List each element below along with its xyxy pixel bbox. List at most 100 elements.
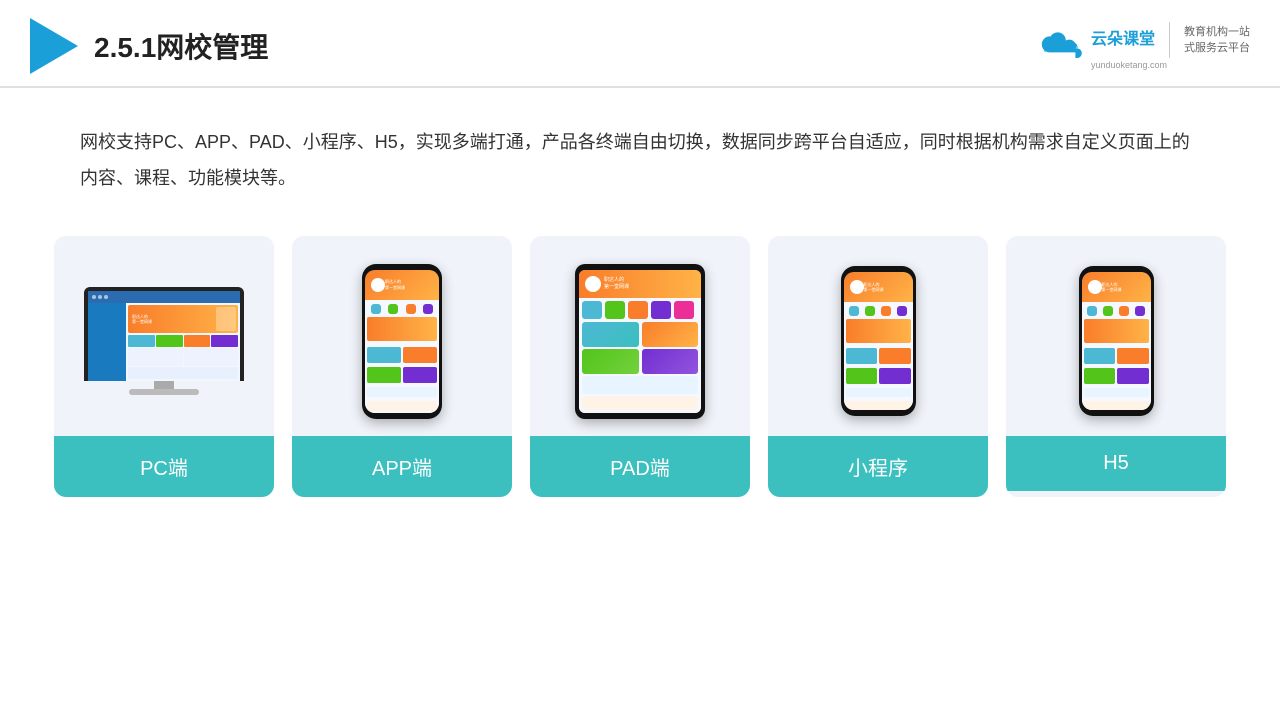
header: 2.5.1网校管理 云朵课堂 教育机构一站 式服务云平台 yunduoketan…	[0, 0, 1280, 88]
pad-top-text: 职达人的第一堂网课	[604, 277, 629, 290]
pad-icon-1	[582, 301, 602, 319]
brand-group: 云朵课堂 教育机构一站 式服务云平台 yunduoketang.com	[1091, 22, 1250, 70]
mp-row-2	[846, 368, 911, 384]
header-right: 云朵课堂 教育机构一站 式服务云平台 yunduoketang.com	[1037, 22, 1250, 70]
pad-courses	[582, 322, 698, 410]
pad-icon-2	[605, 301, 625, 319]
pad-course-1	[582, 322, 639, 347]
miniprogram-nav	[846, 304, 911, 318]
app-avatar	[371, 278, 385, 292]
app-nav-3	[406, 304, 416, 314]
logo-triangle-icon	[30, 18, 78, 74]
card-h5-image: 职达人的第一堂网课	[1006, 236, 1226, 436]
h5-top-bar: 职达人的第一堂网课	[1082, 272, 1151, 302]
card-miniprogram-image: 职达人的第一堂网课	[768, 236, 988, 436]
brand-url: yunduoketang.com	[1091, 60, 1167, 70]
app-nav-4	[423, 304, 433, 314]
mp-tile-2	[879, 348, 911, 364]
brand-name-cn: 云朵课堂	[1091, 30, 1155, 49]
h5-tile-1	[1084, 348, 1116, 364]
pad-course-4	[642, 349, 699, 374]
pad-strip-2	[582, 396, 698, 410]
pad-icons-row	[582, 301, 698, 319]
card-h5-label: H5	[1006, 436, 1226, 491]
pad-course-3	[582, 349, 639, 374]
mp-strip	[846, 388, 911, 397]
card-h5: 职达人的第一堂网课	[1006, 236, 1226, 497]
pc-main: 职达人的第一堂网课	[126, 303, 240, 381]
mp-tile-1	[846, 348, 878, 364]
page-title: 2.5.1网校管理	[94, 26, 268, 66]
app-nav-2	[388, 304, 398, 314]
h5-row-2	[1084, 368, 1149, 384]
mp-banner	[846, 319, 911, 343]
pad-icon-5	[674, 301, 694, 319]
miniprogram-phone-mockup: 职达人的第一堂网课	[841, 266, 916, 416]
miniprogram-top-text: 职达人的第一堂网课	[864, 282, 884, 292]
app-phone-screen: 职达人的第一堂网课	[365, 270, 439, 413]
header-left: 2.5.1网校管理	[30, 18, 268, 74]
card-app: 职达人的第一堂网课	[292, 236, 512, 497]
h5-notch	[1106, 266, 1126, 271]
brand-tagline: 教育机构一站 式服务云平台	[1184, 24, 1250, 57]
mp-nav-2	[865, 306, 875, 316]
pad-course-row-2	[582, 349, 698, 374]
pad-tablet-mockup: 职达人的第一堂网课	[575, 264, 705, 419]
app-tile-1	[367, 347, 401, 363]
pc-device-mockup: 职达人的第一堂网课	[84, 287, 244, 395]
h5-nav-4	[1135, 306, 1145, 316]
app-strip	[367, 387, 437, 397]
card-miniprogram: 职达人的第一堂网课	[768, 236, 988, 497]
card-app-image: 职达人的第一堂网课	[292, 236, 512, 436]
pc-dot-1	[92, 295, 96, 299]
pad-tablet-body: 职达人的第一堂网课	[575, 264, 705, 419]
card-pad-label: PAD端	[530, 436, 750, 497]
mp-nav-1	[849, 306, 859, 316]
pc-stand-neck	[154, 381, 174, 389]
miniprogram-content	[844, 302, 913, 410]
h5-top-text: 职达人的第一堂网课	[1102, 282, 1122, 292]
app-content	[365, 300, 439, 413]
pc-screen-content: 职达人的第一堂网课	[88, 291, 240, 381]
h5-strip-2	[1084, 401, 1149, 410]
card-pc-image: 职达人的第一堂网课	[54, 236, 274, 436]
mp-tile-4	[879, 368, 911, 384]
pc-dot-3	[104, 295, 108, 299]
app-phone-notch	[390, 264, 414, 270]
h5-content	[1082, 302, 1151, 410]
pc-mini-card-3	[184, 335, 211, 347]
app-tile-3	[367, 367, 401, 383]
pad-top-bar: 职达人的第一堂网课	[579, 270, 701, 298]
pad-course-2	[642, 322, 699, 347]
miniprogram-screen: 职达人的第一堂网课	[844, 272, 913, 410]
h5-banner	[1084, 319, 1149, 343]
h5-tile-3	[1084, 368, 1116, 384]
h5-nav	[1084, 304, 1149, 318]
pc-body: 职达人的第一堂网课	[88, 303, 240, 381]
h5-phone-mockup: 职达人的第一堂网课	[1079, 266, 1154, 416]
h5-row-1	[1084, 348, 1149, 364]
pc-banner-img	[216, 307, 236, 331]
app-tile-4	[403, 367, 437, 383]
cloud-icon	[1037, 30, 1085, 62]
pc-top-bar	[88, 291, 240, 303]
brand-divider	[1169, 22, 1170, 58]
pad-avatar	[585, 276, 601, 292]
pc-mini-card-2	[156, 335, 183, 347]
h5-screen: 职达人的第一堂网课	[1082, 272, 1151, 410]
app-phone-mockup: 职达人的第一堂网课	[362, 264, 442, 419]
pad-icon-3	[628, 301, 648, 319]
card-pad: 职达人的第一堂网课	[530, 236, 750, 497]
card-miniprogram-label: 小程序	[768, 436, 988, 497]
miniprogram-phone-body: 职达人的第一堂网课	[841, 266, 916, 416]
card-pad-image: 职达人的第一堂网课	[530, 236, 750, 436]
mp-tile-3	[846, 368, 878, 384]
mp-strip-2	[846, 401, 911, 410]
app-course-row-1	[367, 347, 437, 363]
app-strip-2	[367, 401, 437, 411]
app-phone-body: 职达人的第一堂网课	[362, 264, 442, 419]
pc-mini-card-1	[128, 335, 155, 347]
pad-tablet-screen: 职达人的第一堂网课	[579, 270, 701, 413]
description-text: 网校支持PC、APP、PAD、小程序、H5，实现多端打通，产品各终端自由切换，数…	[0, 88, 1280, 216]
pad-icon-4	[651, 301, 671, 319]
